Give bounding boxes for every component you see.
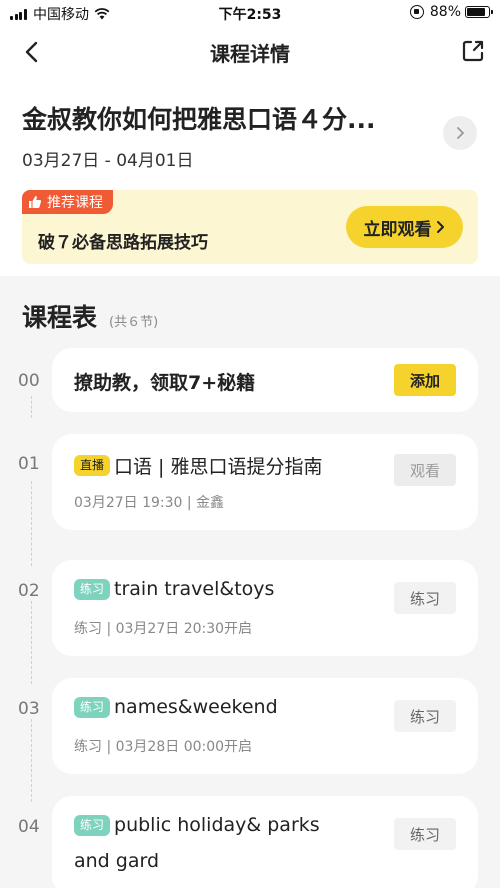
page-title: 课程详情: [210, 42, 290, 66]
lesson-number: 01: [18, 454, 40, 474]
practice-button[interactable]: 练习: [394, 582, 456, 614]
battery-percentage: 88%: [429, 4, 461, 20]
practice-badge: 练习: [74, 814, 111, 836]
timeline-connector: [31, 719, 32, 802]
lesson-card[interactable]: 练习 train travel&toys 练习 | 03月27日 20:30开启…: [52, 560, 478, 656]
practice-badge: 练习: [74, 696, 111, 718]
lesson-title: 口语 | 雅思口语提分指南: [114, 456, 323, 478]
lesson-card[interactable]: 练习 names&weekend 练习 | 03月28日 00:00开启 练习: [52, 678, 478, 774]
lesson-number: 04: [18, 817, 40, 837]
lesson-number: 00: [18, 371, 40, 391]
thumbs-up-icon: [29, 196, 42, 208]
orientation-lock-icon: [409, 5, 424, 19]
share-icon[interactable]: [460, 38, 486, 64]
lesson-card[interactable]: 撩助教，领取7+秘籍 添加: [52, 348, 478, 412]
lesson-subtitle: 练习 | 03月27日 20:30开启: [74, 621, 253, 637]
promo-tag-label: 推荐课程: [47, 195, 103, 211]
watch-now-label: 立即观看: [363, 219, 432, 240]
schedule-title: 课程表: [22, 303, 98, 332]
lesson-title-row: 直播 口语 | 雅思口语提分指南: [74, 452, 323, 479]
timeline-connector: [31, 601, 32, 684]
promo-tag: 推荐课程: [22, 190, 113, 214]
lesson-title-row: 练习 names&weekend: [74, 696, 278, 718]
lesson-title: names&weekend: [114, 696, 278, 718]
battery-level: [467, 8, 486, 16]
lesson-card[interactable]: 直播 口语 | 雅思口语提分指南 03月27日 19:30 | 金鑫 观看: [52, 434, 478, 530]
battery-icon: [465, 6, 493, 18]
lesson-title-row: 练习 train travel&toys: [74, 578, 274, 600]
schedule-count: (共６节): [109, 315, 159, 330]
live-badge: 直播: [74, 455, 111, 476]
timeline-connector: [31, 481, 32, 566]
chevron-right-icon: [436, 221, 444, 233]
lesson-card[interactable]: 练习 public holiday& parks and gard 练习: [52, 796, 478, 888]
schedule-header: 课程表 (共６节): [22, 298, 158, 334]
schedule-section: 课程表 (共６节) 00 撩助教，领取7+秘籍 添加 01 直播 口语 | 雅思…: [0, 276, 500, 888]
lesson-title: 撩助教，领取7+秘籍: [74, 372, 256, 394]
status-right: 88%: [409, 4, 493, 20]
course-title[interactable]: 金叔教你如何把雅思口语４分...: [22, 100, 422, 136]
course-detail-button[interactable]: [443, 116, 477, 150]
add-button[interactable]: 添加: [394, 364, 456, 396]
practice-button[interactable]: 练习: [394, 700, 456, 732]
watch-button[interactable]: 观看: [394, 454, 456, 486]
lesson-title: train travel&toys: [114, 578, 275, 600]
lesson-subtitle: 练习 | 03月28日 00:00开启: [74, 739, 253, 755]
timeline-connector: [31, 396, 32, 418]
lesson-number: 03: [18, 699, 40, 719]
chevron-right-icon: [457, 127, 464, 139]
practice-badge: 练习: [74, 578, 111, 600]
watch-now-button[interactable]: 立即观看: [346, 206, 463, 248]
lesson-subtitle: 03月27日 19:30 | 金鑫: [74, 495, 225, 511]
course-dates: 03月27日 - 04月01日: [22, 151, 194, 171]
practice-button[interactable]: 练习: [394, 818, 456, 850]
lesson-title: public holiday& parks: [114, 814, 320, 836]
status-bar: 中国移动 下午2:53 88%: [0, 0, 500, 26]
nav-bar: 课程详情: [0, 26, 500, 76]
lesson-title-row: 练习 public holiday& parks: [74, 814, 320, 836]
lesson-number: 02: [18, 581, 40, 601]
lesson-title-continued: and gard: [74, 850, 160, 872]
promo-text: 破７必备思路拓展技巧: [38, 233, 208, 253]
promo-banner[interactable]: 推荐课程 破７必备思路拓展技巧 立即观看: [22, 190, 478, 264]
